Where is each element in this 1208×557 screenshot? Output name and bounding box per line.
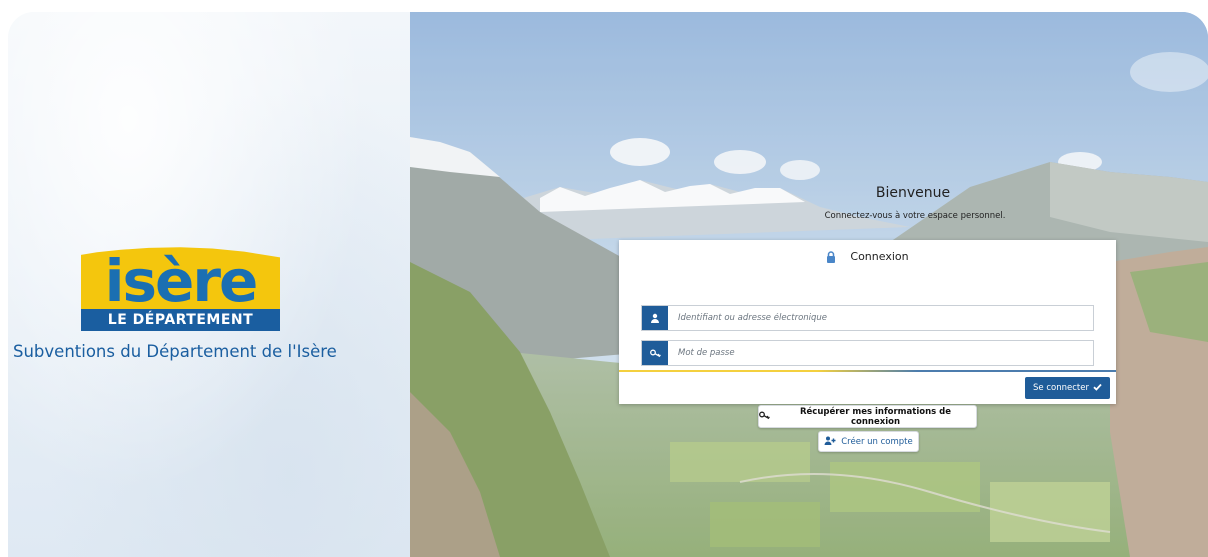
recover-credentials-button[interactable]: Récupérer mes informations de connexion xyxy=(758,405,977,428)
logo-word: isère xyxy=(104,247,259,315)
logo-tagline: LE DÉPARTEMENT xyxy=(81,309,280,331)
login-card-header: Connexion xyxy=(619,240,1116,273)
login-panel: Bienvenue Connectez-vous à votre espace … xyxy=(410,12,1208,557)
password-input[interactable] xyxy=(668,341,1093,365)
password-field xyxy=(641,340,1094,366)
check-icon xyxy=(1093,383,1102,394)
user-plus-icon xyxy=(824,436,836,448)
page-frame: isère LE DÉPARTEMENT Subventions du Dépa… xyxy=(8,12,1208,557)
create-account-button[interactable]: Créer un compte xyxy=(818,431,919,452)
welcome-title: Bienvenue xyxy=(875,185,951,201)
isere-logo: isère LE DÉPARTEMENT xyxy=(81,246,280,332)
site-title: Subventions du Département de l'Isère xyxy=(13,342,337,361)
user-icon xyxy=(642,306,668,330)
submit-label: Se connecter xyxy=(1033,383,1089,393)
branding-panel: isère LE DÉPARTEMENT Subventions du Dépa… xyxy=(8,12,410,557)
login-submit-button[interactable]: Se connecter xyxy=(1025,377,1110,399)
username-input[interactable] xyxy=(668,306,1093,330)
card-separator xyxy=(619,370,1116,372)
key-icon xyxy=(642,341,668,365)
create-label: Créer un compte xyxy=(841,436,913,447)
recover-label: Récupérer mes informations de connexion xyxy=(799,406,952,427)
key-icon xyxy=(759,411,770,423)
login-title: Connexion xyxy=(850,250,909,263)
welcome-subtitle: Connectez-vous à votre espace personnel. xyxy=(824,211,1006,221)
login-card: Connexion Identifiant ou adresse électro… xyxy=(619,240,1116,404)
lock-icon xyxy=(826,250,836,263)
username-field xyxy=(641,305,1094,331)
